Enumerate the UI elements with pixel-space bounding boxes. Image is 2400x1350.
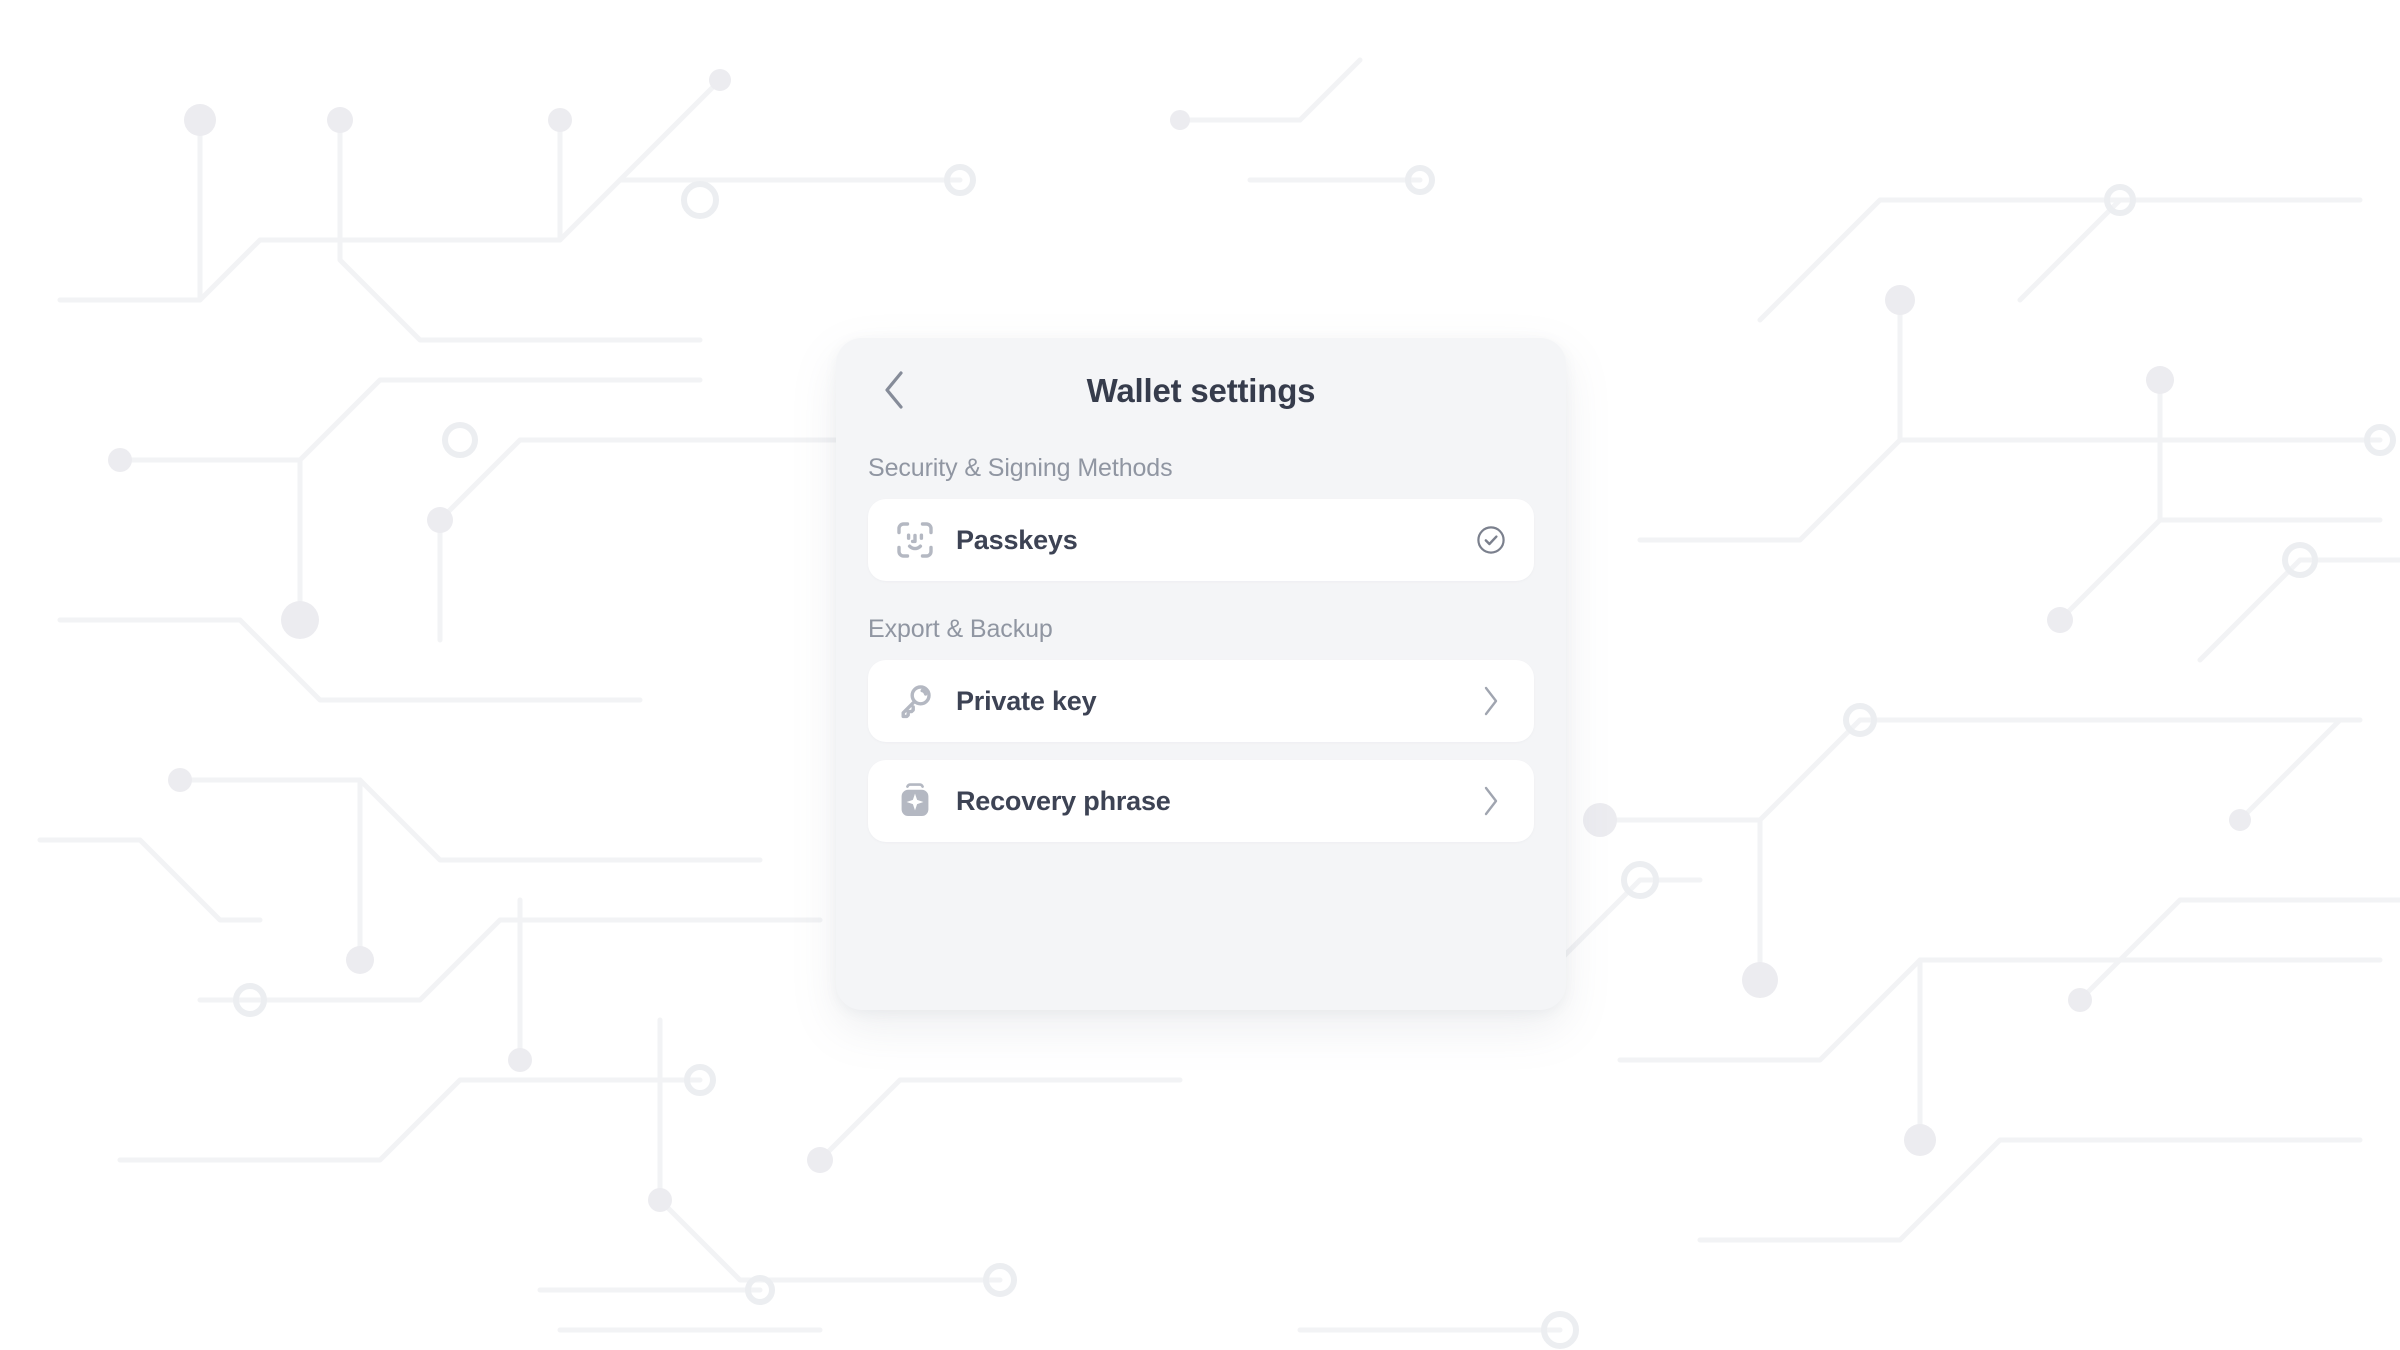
list-item-passkeys[interactable]: Passkeys [868, 499, 1534, 581]
chevron-left-icon [881, 369, 907, 411]
section-export: Export & Backup Private key Recovery phr… [836, 615, 1566, 842]
section-label-security: Security & Signing Methods [868, 454, 1173, 482]
list-item-recovery-phrase[interactable]: Recovery phrase [868, 760, 1534, 842]
face-id-icon [894, 519, 936, 561]
vault-sparkle-icon [894, 780, 936, 822]
card-header: Wallet settings [836, 338, 1566, 442]
list-item-private-key[interactable]: Private key [868, 660, 1534, 742]
list-item-label: Recovery phrase [956, 785, 1171, 816]
page-title: Wallet settings [1086, 371, 1316, 409]
wallet-settings-card: Wallet settings Security & Signing Metho… [836, 338, 1566, 1010]
chevron-right-icon[interactable] [1474, 684, 1508, 718]
back-button[interactable] [872, 368, 916, 412]
check-circle-icon[interactable] [1474, 523, 1508, 557]
list-item-label: Private key [956, 685, 1097, 716]
list-item-label: Passkeys [956, 524, 1078, 555]
chevron-right-icon[interactable] [1474, 784, 1508, 818]
section-label-export: Export & Backup [868, 615, 1053, 643]
key-icon [894, 680, 936, 722]
section-security: Security & Signing Methods Passkeys [836, 454, 1566, 581]
